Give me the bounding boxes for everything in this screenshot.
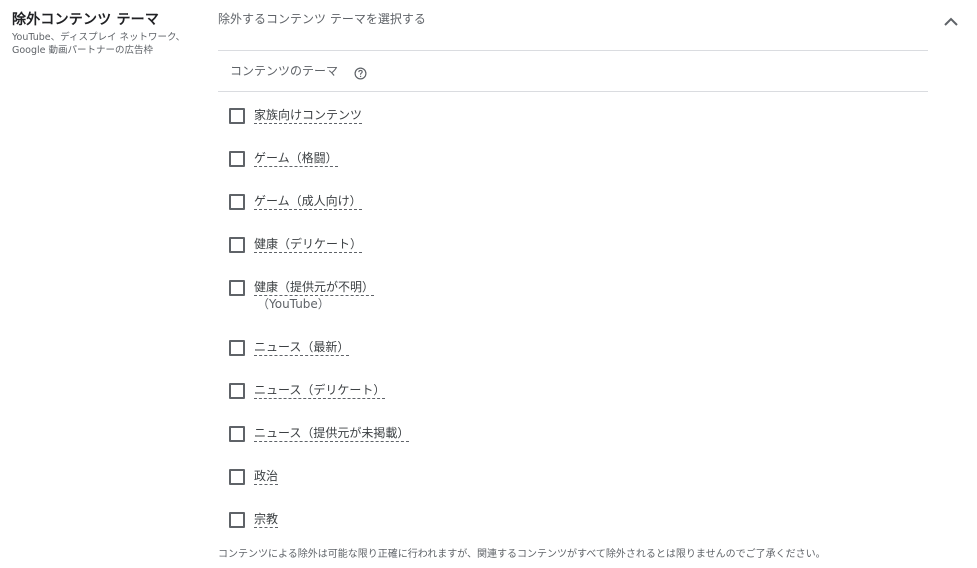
option-label[interactable]: ニュース（提供元が未掲載）: [254, 425, 410, 442]
checkbox[interactable]: [229, 108, 245, 124]
option-label[interactable]: ニュース（デリケート）: [254, 382, 386, 399]
option-sublabel: （YouTube）: [257, 297, 330, 311]
content-exclusion-page: 除外コンテンツ テーマ YouTube、ディスプレイ ネットワーク、Google…: [0, 0, 977, 568]
option-news-sensitive: ニュース（デリケート）: [218, 367, 928, 410]
theme-panel: 除外するコンテンツ テーマを選択する コンテンツのテーマ 家族向けコンテンツ ゲ…: [218, 0, 958, 539]
option-news-unlisted-source: ニュース（提供元が未掲載）: [218, 410, 928, 453]
option-label[interactable]: 健康（提供元が不明）: [254, 279, 375, 296]
option-game-fighting: ゲーム（格闘）: [218, 135, 928, 178]
checkbox[interactable]: [229, 469, 245, 485]
subheader-text: コンテンツのテーマ: [230, 64, 339, 78]
help-circle-icon[interactable]: [354, 65, 367, 80]
checkbox[interactable]: [229, 426, 245, 442]
option-news-latest: ニュース（最新）: [218, 324, 928, 367]
option-label[interactable]: ゲーム（成人向け）: [254, 193, 362, 210]
option-label[interactable]: 家族向けコンテンツ: [254, 107, 363, 124]
checkbox[interactable]: [229, 280, 245, 296]
section-description: YouTube、ディスプレイ ネットワーク、Google 動画パートナーの広告枠: [12, 32, 186, 56]
option-family: 家族向けコンテンツ: [218, 92, 928, 135]
theme-options-list: 家族向けコンテンツ ゲーム（格闘） ゲーム（成人向け） 健康（デリケート） 健康…: [218, 92, 928, 539]
option-label[interactable]: 宗教: [254, 511, 279, 528]
option-health-unknown-source: 健康（提供元が不明） （YouTube）: [218, 264, 928, 324]
option-label[interactable]: 政治: [254, 468, 279, 485]
panel-subheader: コンテンツのテーマ: [218, 51, 928, 92]
panel-header-text: 除外するコンテンツ テーマを選択する: [218, 12, 426, 26]
checkbox[interactable]: [229, 383, 245, 399]
option-label[interactable]: ゲーム（格闘）: [254, 150, 338, 167]
checkbox[interactable]: [229, 237, 245, 253]
option-politics: 政治: [218, 453, 928, 496]
section-title: 除外コンテンツ テーマ: [12, 12, 160, 28]
footnote: コンテンツによる除外は可能な限り正確に行われますが、関連するコンテンツがすべて除…: [218, 549, 826, 560]
option-label[interactable]: 健康（デリケート）: [254, 236, 363, 253]
option-religion: 宗教: [218, 496, 928, 539]
option-game-mature: ゲーム（成人向け）: [218, 178, 928, 221]
option-health-sensitive: 健康（デリケート）: [218, 221, 928, 264]
chevron-up-icon[interactable]: [940, 11, 962, 33]
checkbox[interactable]: [229, 512, 245, 528]
checkbox[interactable]: [229, 340, 245, 356]
section-info: 除外コンテンツ テーマ YouTube、ディスプレイ ネットワーク、Google…: [12, 10, 202, 57]
checkbox[interactable]: [229, 194, 245, 210]
panel-header[interactable]: 除外するコンテンツ テーマを選択する: [218, 0, 958, 51]
option-label[interactable]: ニュース（最新）: [254, 339, 350, 356]
checkbox[interactable]: [229, 151, 245, 167]
